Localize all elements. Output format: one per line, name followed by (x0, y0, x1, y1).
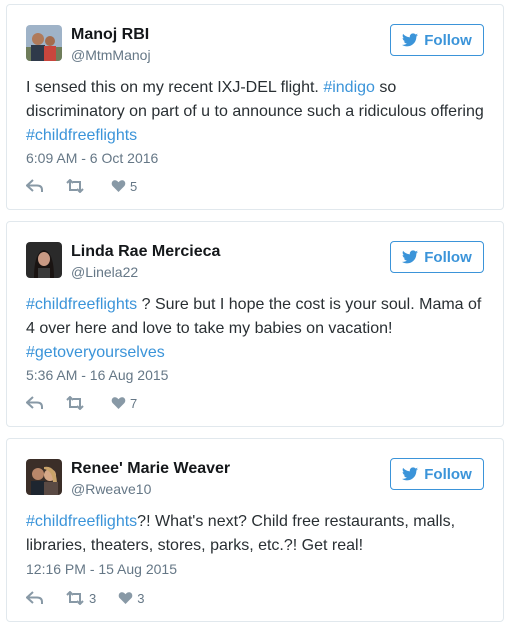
follow-button[interactable]: Follow (390, 458, 484, 490)
retweet-count: 3 (89, 590, 97, 606)
like-button[interactable]: 3 (118, 591, 144, 606)
tweet-text-segment: I sensed this on my recent IXJ-DEL fligh… (26, 79, 324, 96)
tweet-actions: 7 (26, 395, 159, 411)
timestamp[interactable]: 12:16 PM - 15 Aug 2015 (26, 561, 177, 577)
reply-icon (26, 591, 43, 604)
retweet-button[interactable]: 3 (65, 591, 96, 606)
like-count: 3 (137, 590, 145, 606)
twitter-bird-icon (402, 467, 419, 481)
reply-button[interactable] (26, 396, 43, 410)
tweet-text: I sensed this on my recent IXJ-DEL fligh… (26, 76, 490, 148)
heart-icon (111, 180, 126, 192)
twitter-bird-icon (402, 33, 419, 47)
display-name[interactable]: Linda Rae Mercieca (71, 243, 220, 261)
retweet-icon (66, 591, 84, 605)
reply-button[interactable] (26, 179, 43, 193)
hashtag-link[interactable]: #childfreeflights (26, 296, 137, 313)
tweet-card-2: Linda Rae Mercieca @Linela22 Follow #chi… (6, 221, 504, 427)
follow-button[interactable]: Follow (390, 24, 484, 56)
like-count: 5 (130, 178, 138, 194)
reply-button[interactable] (26, 591, 43, 605)
heart-icon (118, 592, 133, 604)
retweet-icon (66, 179, 84, 193)
timestamp[interactable]: 6:09 AM - 6 Oct 2016 (26, 150, 158, 166)
timestamp[interactable]: 5:36 AM - 16 Aug 2015 (26, 367, 168, 383)
tweet-text: #childfreeflights?! What's next? Child f… (26, 510, 490, 558)
like-button[interactable]: 7 (111, 396, 137, 411)
twitter-bird-icon (402, 250, 419, 264)
avatar[interactable] (26, 459, 62, 495)
avatar[interactable] (26, 25, 62, 61)
reply-icon (26, 396, 43, 409)
retweet-button[interactable] (65, 396, 89, 410)
tweet-card-1: Manoj RBI @MtmManoj Follow I sensed this… (6, 4, 504, 210)
like-button[interactable]: 5 (111, 179, 137, 194)
user-handle[interactable]: @MtmManoj (71, 47, 151, 63)
tweet-actions: 5 (26, 178, 159, 194)
hashtag-link[interactable]: #childfreeflights (26, 127, 137, 144)
follow-label: Follow (424, 31, 472, 49)
display-name[interactable]: Renee' Marie Weaver (71, 460, 230, 478)
reply-icon (26, 179, 43, 192)
follow-label: Follow (424, 465, 472, 483)
like-count: 7 (130, 395, 138, 411)
hashtag-link[interactable]: #childfreeflights (26, 513, 137, 530)
hashtag-link[interactable]: #indigo (323, 79, 375, 96)
user-handle[interactable]: @Rweave10 (71, 481, 151, 497)
follow-button[interactable]: Follow (390, 241, 484, 273)
follow-label: Follow (424, 248, 472, 266)
tweet-text: #childfreeflights ? Sure but I hope the … (26, 293, 490, 365)
hashtag-link[interactable]: #getoveryourselves (26, 344, 165, 361)
tweet-actions: 3 3 (26, 590, 166, 606)
tweet-card-3: Renee' Marie Weaver @Rweave10 Follow #ch… (6, 438, 504, 622)
avatar[interactable] (26, 242, 62, 278)
display-name[interactable]: Manoj RBI (71, 26, 149, 44)
user-handle[interactable]: @Linela22 (71, 264, 138, 280)
heart-icon (111, 397, 126, 409)
retweet-button[interactable] (65, 179, 89, 193)
retweet-icon (66, 396, 84, 410)
